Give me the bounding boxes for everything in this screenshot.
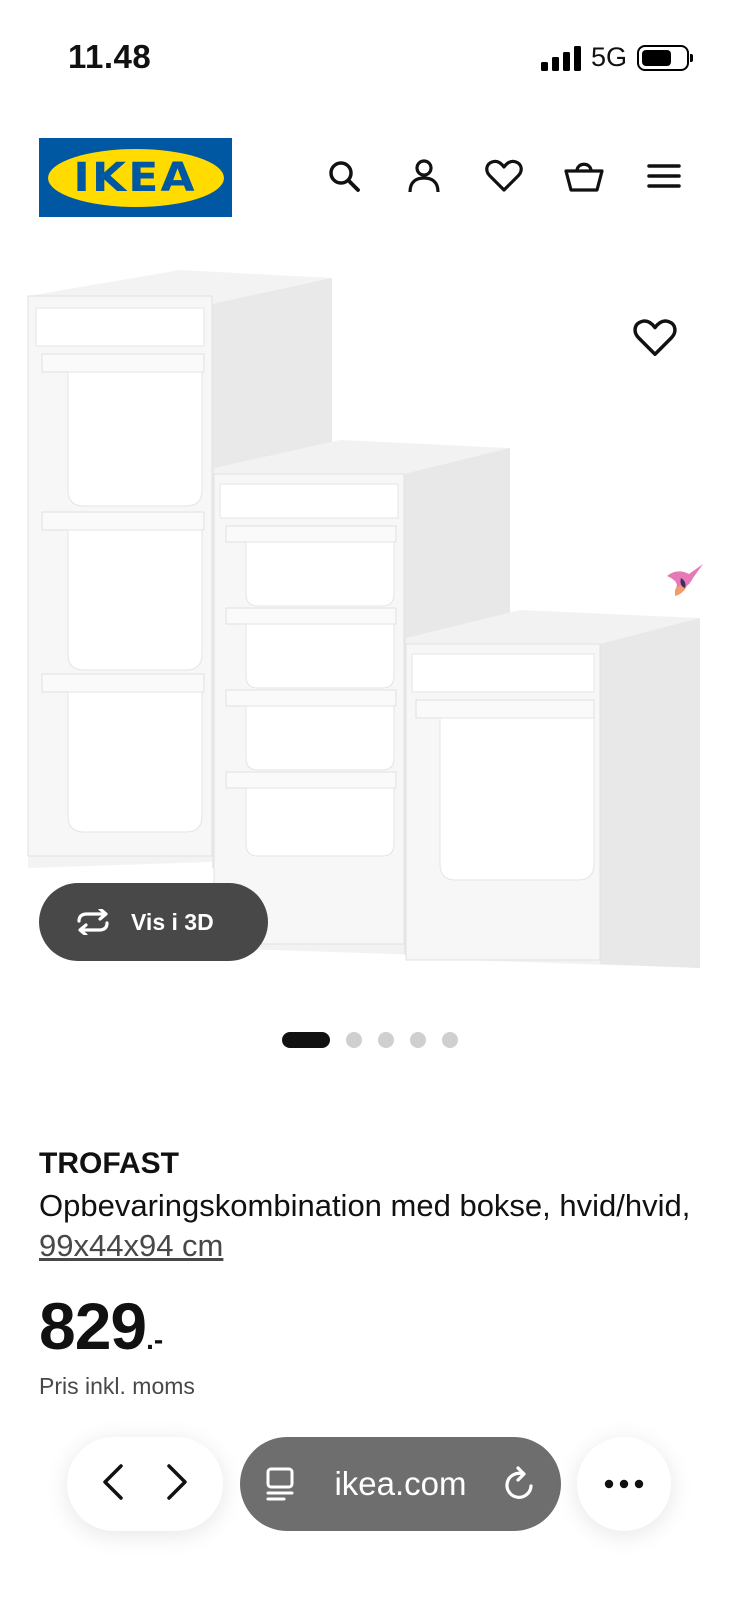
network-type: 5G [590, 42, 627, 72]
status-time: 11.48 [68, 38, 152, 75]
account-icon[interactable] [404, 156, 444, 196]
forward-icon[interactable] [163, 1462, 191, 1507]
product-name: TROFAST [39, 1147, 179, 1180]
page-menu-icon[interactable] [264, 1466, 298, 1502]
header-actions [324, 156, 684, 196]
heart-icon[interactable] [484, 156, 524, 196]
logo-text: IKEA [73, 154, 198, 201]
menu-icon[interactable] [644, 156, 684, 196]
cellular-signal-icon [540, 45, 581, 71]
save-to-list-icon[interactable] [633, 318, 677, 362]
hummingbird-icon [663, 556, 709, 602]
more-options-button[interactable] [577, 1437, 671, 1531]
price-suffix: .- [146, 1324, 164, 1355]
basket-icon[interactable] [564, 156, 604, 196]
ikea-logo[interactable]: IKEA [39, 138, 232, 217]
site-header: IKEA [0, 138, 739, 218]
address-bar[interactable]: ikea.com [240, 1437, 561, 1531]
rotate-3d-icon [77, 909, 109, 935]
browser-nav-pill [67, 1437, 223, 1531]
reload-icon[interactable] [503, 1466, 537, 1502]
status-bar: 11.48 5G [0, 0, 739, 110]
product-dimensions-link[interactable]: 99x44x94 cm [39, 1228, 223, 1263]
more-icon [604, 1479, 644, 1489]
back-icon[interactable] [99, 1462, 127, 1507]
url-text: ikea.com [334, 1465, 467, 1502]
product-description-text: Opbevaringskombination med bokse, hvid/h… [39, 1188, 691, 1223]
price-note: Pris inkl. moms [39, 1373, 195, 1399]
search-icon[interactable] [324, 156, 364, 196]
carousel-dot-2[interactable] [345, 1032, 362, 1048]
view-in-3d-label: Vis i 3D [131, 908, 214, 935]
carousel-dot-1[interactable] [281, 1032, 330, 1048]
carousel-indicator [0, 1032, 739, 1048]
carousel-dot-3[interactable] [377, 1032, 394, 1048]
product-price: 829 .- [39, 1288, 163, 1364]
browser-toolbar: ikea.com [0, 1437, 739, 1537]
carousel-dot-5[interactable] [441, 1032, 458, 1048]
battery-icon [637, 44, 693, 71]
view-in-3d-button[interactable]: Vis i 3D [39, 883, 268, 961]
price-integer: 829 [39, 1289, 147, 1363]
status-indicators: 5G [540, 42, 693, 73]
carousel-dot-4[interactable] [409, 1032, 426, 1048]
product-description: Opbevaringskombination med bokse, hvid/h… [39, 1186, 699, 1266]
